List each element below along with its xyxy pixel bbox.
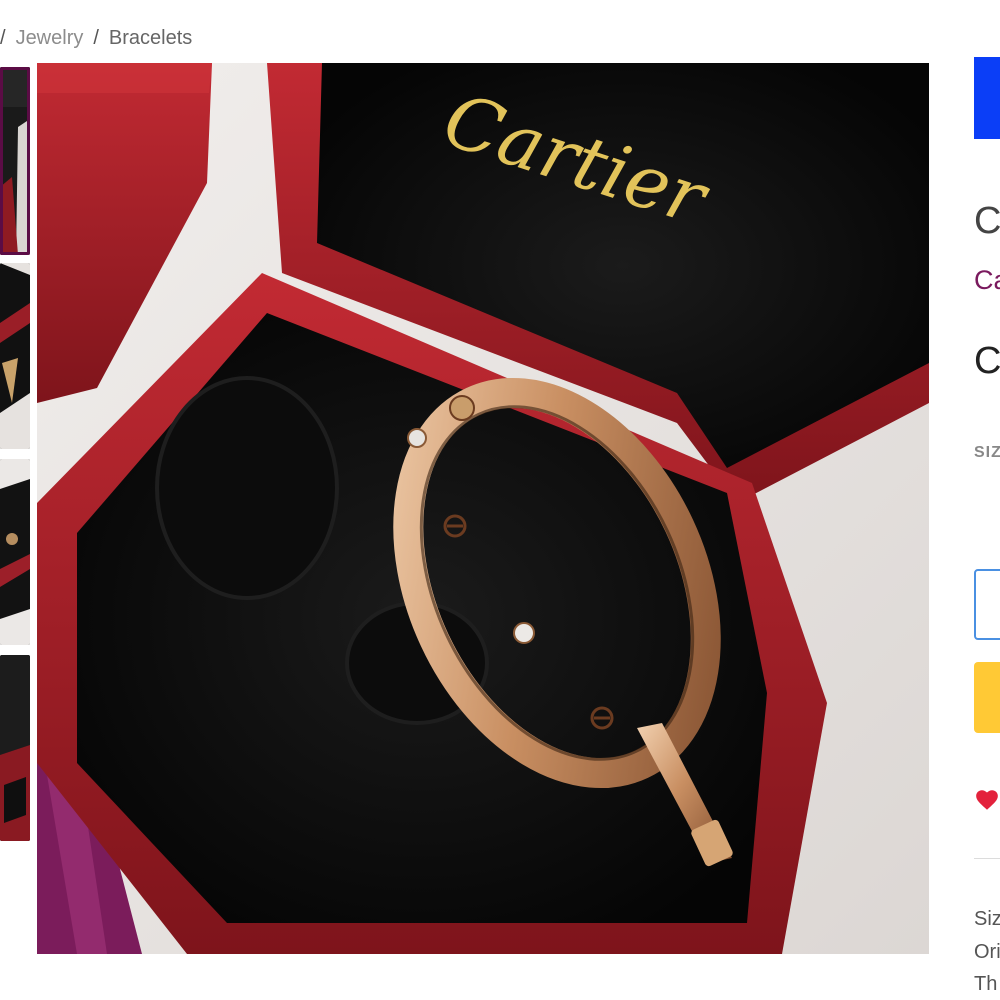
bracelet-box-photo: Cartier	[37, 63, 929, 954]
description-line-1: Siz	[974, 908, 1000, 930]
main-product-image[interactable]: Cartier	[37, 63, 929, 954]
divider	[974, 858, 1000, 859]
thumbnail-1-image	[0, 67, 30, 255]
thumbnail-2[interactable]	[0, 263, 30, 449]
heart-icon[interactable]	[974, 787, 1000, 813]
breadcrumb-jewelry-link[interactable]: Jewelry	[16, 27, 84, 50]
top-action-button[interactable]	[974, 57, 1000, 139]
breadcrumb-separator: /	[93, 26, 99, 49]
breadcrumb: / Jewelry / Bracelets	[0, 24, 192, 52]
thumbnail-3-image	[0, 459, 30, 645]
thumbnail-1[interactable]	[0, 67, 30, 255]
add-to-cart-button[interactable]	[974, 662, 1000, 733]
size-select[interactable]	[974, 569, 1000, 640]
thumbnail-3[interactable]	[0, 459, 30, 645]
breadcrumb-current: Bracelets	[108, 26, 193, 49]
product-price: C	[974, 340, 1000, 382]
description-line-3: Th	[974, 973, 998, 995]
thumbnail-4[interactable]	[0, 655, 30, 841]
purchase-panel: C Ca C SIZ Siz Ori Th	[974, 0, 1000, 1000]
product-title: C	[974, 200, 1000, 242]
thumbnail-4-image	[0, 655, 30, 841]
breadcrumb-separator: /	[0, 26, 6, 49]
description-line-2: Ori	[974, 941, 1000, 963]
thumbnail-2-image	[0, 263, 30, 449]
size-label: SIZ	[974, 444, 1000, 461]
brand-link[interactable]: Ca	[974, 265, 1000, 296]
